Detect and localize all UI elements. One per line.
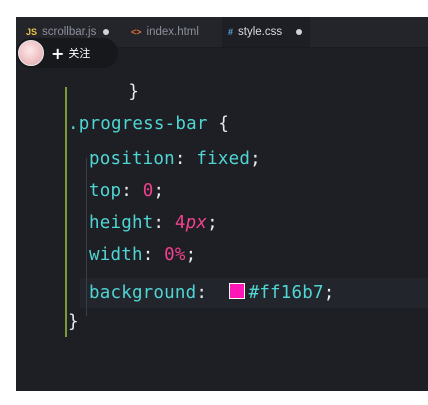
css-property: position xyxy=(89,149,175,169)
avatar xyxy=(18,40,44,66)
css-property: background xyxy=(89,283,197,303)
open-brace: { xyxy=(218,114,230,134)
close-brace: } xyxy=(68,312,79,332)
css-value-color: #ff16b7 xyxy=(248,283,324,303)
plus-icon: + xyxy=(51,43,65,63)
css-value-number: 4 xyxy=(174,213,186,233)
css-value: fixed xyxy=(196,149,251,169)
code-editor: JS scrollbar.js <> index.html # style.cs… xyxy=(16,17,428,391)
follow-button[interactable]: + 关注 xyxy=(16,38,118,68)
css-value-unit: % xyxy=(174,245,186,265)
follow-label: 关注 xyxy=(68,47,91,60)
css-property: width xyxy=(89,245,143,265)
css-value: 0 xyxy=(142,181,154,201)
code-area[interactable]: } .progress-bar { position: fixed; top: … xyxy=(16,17,428,391)
css-value-unit: px xyxy=(185,213,208,233)
code-line-decl: background: #ff16b7; xyxy=(89,283,335,303)
css-property: top xyxy=(89,181,122,201)
css-selector: .progress-bar xyxy=(68,114,208,134)
code-line: } xyxy=(68,309,79,335)
code-line-decl: position: fixed; xyxy=(89,149,261,169)
code-line-decl: width: 0%; xyxy=(89,245,197,265)
code-line-selector: .progress-bar { xyxy=(68,111,229,137)
css-property: height xyxy=(89,213,154,233)
css-value-number: 0 xyxy=(164,245,175,265)
color-swatch-icon[interactable] xyxy=(228,283,245,299)
code-line-decl: height: 4px; xyxy=(89,213,218,233)
code-line-decl: top: 0; xyxy=(89,181,165,201)
